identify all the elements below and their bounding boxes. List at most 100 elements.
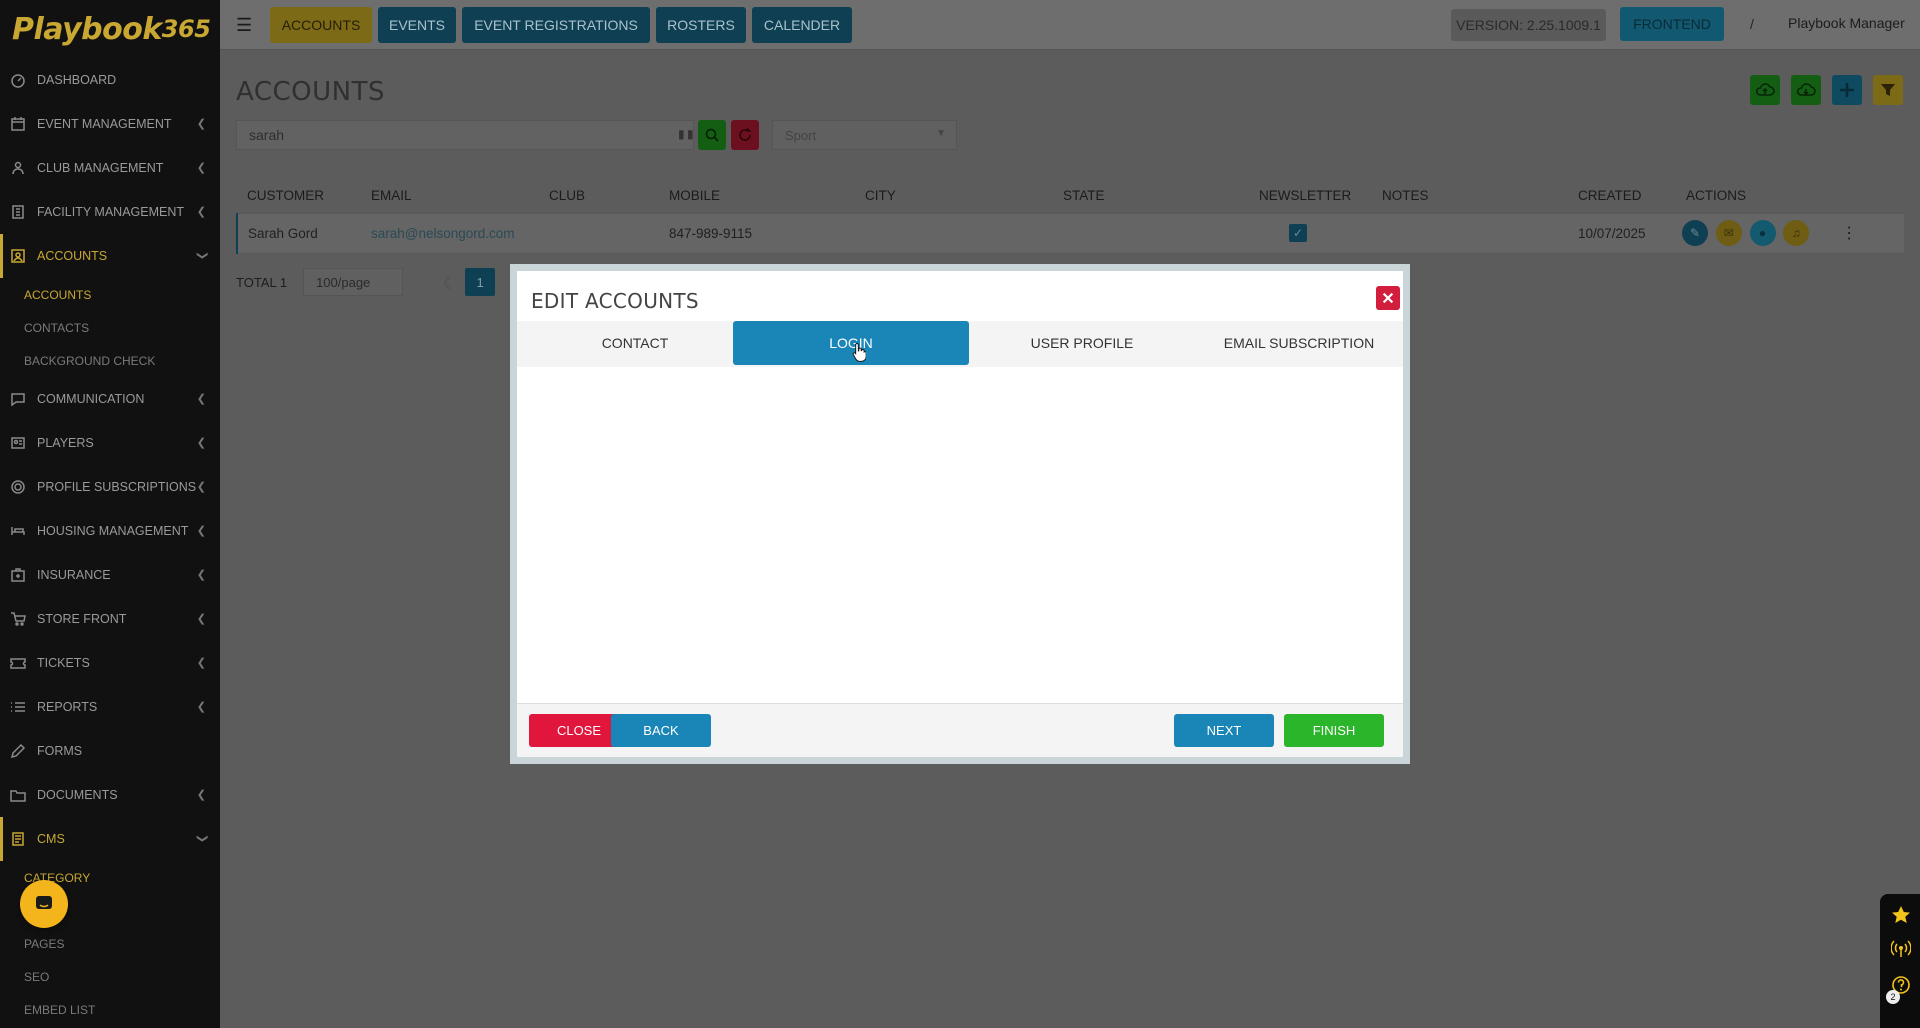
star-icon[interactable]: [1890, 904, 1912, 926]
chevron-left-icon: ❮: [196, 206, 206, 218]
sidebar-item-facility-management[interactable]: FACILITY MANAGEMENT ❮: [0, 190, 220, 234]
filter-icon: [1881, 84, 1895, 96]
sidebar-subitem-seo[interactable]: SEO: [0, 960, 220, 993]
column-header[interactable]: NEWSLETTER: [1249, 179, 1372, 213]
chat-widget-button[interactable]: [20, 880, 68, 928]
message-icon[interactable]: ✉: [1715, 220, 1742, 246]
account-icon: [8, 248, 28, 264]
dashboard-icon: [8, 72, 28, 88]
sidebar-subitem-pages[interactable]: PAGES: [0, 927, 220, 960]
filter-button[interactable]: [1873, 75, 1903, 105]
tab-event-registrations[interactable]: EVENT REGISTRATIONS: [462, 7, 650, 43]
chevron-left-icon: ❮: [196, 481, 206, 493]
add-button[interactable]: [1832, 75, 1862, 105]
sidebar-item-housing-management[interactable]: HOUSING MANAGEMENT ❮: [0, 509, 220, 553]
total-count: TOTAL 1: [236, 274, 288, 290]
sidebar-item-label: PROFILE SUBSCRIPTIONS: [37, 480, 197, 494]
tab-user-profile[interactable]: USER PROFILE: [969, 321, 1195, 365]
sidebar-subitem-background-check[interactable]: BACKGROUND CHECK: [0, 344, 220, 377]
sidebar-item-accounts[interactable]: ACCOUNTS ❮: [0, 234, 220, 278]
sidebar-item-store-front[interactable]: STORE FRONT ❮: [0, 597, 220, 641]
fingerprint-icon: [8, 479, 28, 495]
cell-mobile: 847-989-9115: [659, 212, 855, 254]
chevron-left-icon: ❮: [196, 118, 206, 130]
sidebar-item-tickets[interactable]: TICKETS ❮: [0, 641, 220, 685]
newsletter-checkbox[interactable]: ✓: [1289, 224, 1307, 242]
sidebar-item-insurance[interactable]: INSURANCE ❮: [0, 553, 220, 597]
more-options-icon[interactable]: ⋮: [1841, 223, 1857, 243]
cell-customer: Sarah Gord: [236, 212, 361, 254]
sidebar-item-reports[interactable]: REPORTS ❮: [0, 685, 220, 729]
column-header[interactable]: EMAIL: [361, 179, 539, 213]
sidebar-item-documents[interactable]: DOCUMENTS ❮: [0, 773, 220, 817]
tab-calender[interactable]: CALENDER: [752, 7, 852, 43]
chevron-down-icon: ❮: [195, 250, 208, 261]
sidebar-item-label: INSURANCE: [37, 568, 111, 582]
frontend-button[interactable]: FRONTEND: [1620, 7, 1724, 41]
sidebar-item-dashboard[interactable]: DASHBOARD: [0, 58, 220, 102]
barcode-icon[interactable]: ▮ ▮: [678, 127, 694, 141]
column-header[interactable]: CUSTOMER: [237, 179, 361, 213]
sidebar-item-communication[interactable]: COMMUNICATION ❮: [0, 377, 220, 421]
logo-text: Playbook: [12, 11, 162, 47]
search-input[interactable]: [236, 120, 694, 150]
page-button[interactable]: 1: [465, 268, 496, 296]
tab-rosters[interactable]: ROSTERS: [656, 7, 746, 43]
previous-page-icon[interactable]: ❮: [433, 268, 461, 296]
announce-icon[interactable]: ♫: [1783, 220, 1810, 246]
sidebar-item-label: STORE FRONT: [37, 612, 127, 626]
email-link[interactable]: sarah@nelsongord.com: [371, 226, 515, 241]
finish-button[interactable]: FINISH: [1284, 714, 1384, 747]
cell-city: [855, 212, 1053, 254]
sidebar-item-club-management[interactable]: CLUB MANAGEMENT ❮: [0, 146, 220, 190]
sport-select[interactable]: Sport ▼: [772, 120, 957, 150]
sidebar-item-label: EVENT MANAGEMENT: [37, 117, 172, 131]
bed-icon: [8, 523, 28, 539]
sidebar-item-event-management[interactable]: EVENT MANAGEMENT ❮: [0, 102, 220, 146]
tab-events[interactable]: EVENTS: [378, 7, 456, 43]
next-button[interactable]: NEXT: [1174, 714, 1274, 747]
medkit-icon: [8, 567, 28, 583]
table-header-row: CUSTOMER EMAIL CLUB MOBILE CITY STATE NE…: [237, 179, 1904, 213]
column-header: ACTIONS: [1686, 188, 1747, 204]
reset-button[interactable]: [731, 120, 759, 150]
logo[interactable]: Playbook 365: [0, 0, 220, 58]
cloud-upload-button[interactable]: [1750, 75, 1780, 105]
column-header[interactable]: CLUB: [539, 179, 659, 213]
sidebar-item-players[interactable]: PLAYERS ❮: [0, 421, 220, 465]
column-header[interactable]: CITY: [855, 179, 1053, 213]
sidebar-item-forms[interactable]: FORMS: [0, 729, 220, 773]
modal-close-button[interactable]: [1376, 286, 1400, 310]
chevron-left-icon: ❮: [196, 437, 206, 449]
column-header[interactable]: MOBILE: [659, 179, 855, 213]
divider-slash: /: [1750, 16, 1754, 32]
sidebar-item-cms[interactable]: CMS ❮: [0, 817, 220, 861]
tab-email-subscription[interactable]: EMAIL SUBSCRIPTION: [1195, 321, 1403, 365]
sidebar-item-label: ACCOUNTS: [37, 249, 108, 263]
cloud-download-button[interactable]: [1791, 75, 1821, 105]
page-size-select[interactable]: 100/page: [303, 268, 404, 296]
list-icon: [8, 699, 28, 715]
sidebar-item-profile-subscriptions[interactable]: PROFILE SUBSCRIPTIONS ❮: [0, 465, 220, 509]
back-button[interactable]: BACK: [611, 714, 711, 747]
sidebar-item-label: PLAYERS: [37, 436, 94, 450]
column-header[interactable]: STATE: [1053, 179, 1249, 213]
user-menu[interactable]: Playbook Manager: [1788, 15, 1905, 31]
right-tool-tray: 2: [1880, 894, 1920, 1028]
logo-number: 365: [161, 15, 211, 43]
tab-login[interactable]: LOGIN: [733, 321, 969, 365]
tab-accounts[interactable]: ACCOUNTS: [270, 7, 372, 43]
sidebar-subitem-accounts[interactable]: ACCOUNTS: [0, 278, 220, 311]
cell-actions: ✎ ✉ ● ♫ ⋮: [1676, 212, 1904, 254]
sidebar-subitem-contacts[interactable]: CONTACTS: [0, 311, 220, 344]
location-pin-icon[interactable]: ●: [1749, 220, 1776, 246]
broadcast-icon[interactable]: [1890, 938, 1912, 960]
sidebar-subitem-embed-list[interactable]: EMBED LIST: [0, 993, 220, 1026]
table-row[interactable]: Sarah Gord sarah@nelsongord.com 847-989-…: [236, 212, 1904, 254]
edit-icon[interactable]: ✎: [1682, 220, 1708, 246]
search-button[interactable]: [698, 120, 726, 150]
hamburger-menu-icon[interactable]: ☰: [236, 15, 252, 36]
tab-contact[interactable]: CONTACT: [529, 321, 741, 365]
column-header[interactable]: CREATED: [1568, 179, 1676, 213]
column-header[interactable]: NOTES: [1372, 179, 1568, 213]
